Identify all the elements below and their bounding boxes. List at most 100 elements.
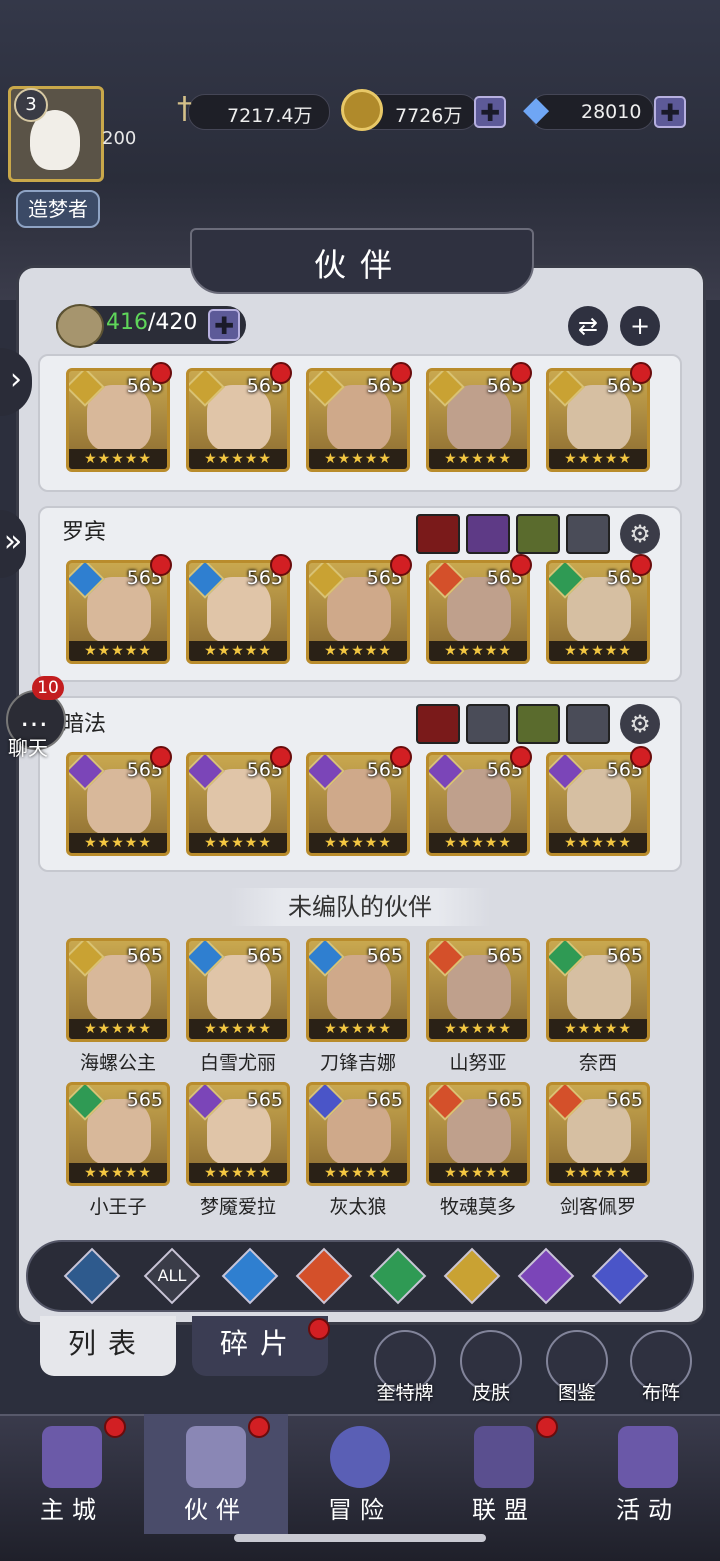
hero-stars: ★★★★★ <box>429 449 527 469</box>
compass-icon <box>330 1426 390 1488</box>
hero-card[interactable]: 565 ★★★★★ <box>66 938 170 1042</box>
hero-card[interactable]: 565 ★★★★★ <box>546 560 650 664</box>
hero-card[interactable]: 565 ★★★★★ <box>426 560 530 664</box>
hero-level: 565 <box>486 1089 523 1111</box>
nav-label: 伙伴 <box>184 1496 248 1524</box>
hero-card[interactable]: 565 ★★★★★ <box>426 368 530 472</box>
chat-label: 聊天 <box>8 736 48 760</box>
tool-label: 奎特牌 <box>376 1382 434 1404</box>
team-bonus-icon[interactable] <box>566 704 610 744</box>
hero-card[interactable]: 565 ★★★★★ <box>546 1082 650 1186</box>
notification-dot <box>248 1416 270 1438</box>
hero-card[interactable]: 565 ★★★★★ <box>186 368 290 472</box>
page-title: 伙伴 <box>313 246 406 284</box>
diamond-display: ◆ 28010 <box>523 89 654 130</box>
hero-card[interactable]: 565 ★★★★★ <box>426 752 530 856</box>
hero-card[interactable]: 565 ★★★★★ <box>66 368 170 472</box>
hero-card[interactable]: 565 ★★★★★ <box>546 752 650 856</box>
hero-card[interactable]: 565 ★★★★★ <box>66 560 170 664</box>
hero-name: 小王子 <box>89 1196 147 1218</box>
hero-card[interactable]: 565 ★★★★★ <box>426 1082 530 1186</box>
power-value: 7217.4万 <box>227 105 313 127</box>
notification-dot <box>536 1416 558 1438</box>
notification-dot <box>630 554 652 576</box>
hero-card[interactable]: 565 ★★★★★ <box>306 368 410 472</box>
notification-dot <box>390 362 412 384</box>
notification-dot <box>150 746 172 768</box>
expand-capacity-button[interactable]: ✚ <box>208 309 240 341</box>
notification-dot <box>150 362 172 384</box>
hero-stars: ★★★★★ <box>69 1019 167 1039</box>
hero-card[interactable]: 565 ★★★★★ <box>546 938 650 1042</box>
castle-icon <box>42 1426 102 1488</box>
hero-card[interactable]: 565 ★★★★★ <box>306 752 410 856</box>
shield-icon <box>474 1426 534 1488</box>
team-bonus-icon[interactable] <box>416 514 460 554</box>
hero-level: 565 <box>246 945 283 967</box>
hero-stars: ★★★★★ <box>309 1163 407 1183</box>
team-settings-gear-icon[interactable]: ⚙ <box>620 704 660 744</box>
hero-name: 白雪尤丽 <box>199 1052 276 1074</box>
hero-name: 海螺公主 <box>79 1052 156 1074</box>
gold-coin-icon <box>341 89 383 131</box>
team-bonus-icon[interactable] <box>516 514 560 554</box>
hero-stars: ★★★★★ <box>429 1019 527 1039</box>
nav-events[interactable]: 活动 <box>576 1414 720 1534</box>
team-bonus-icon[interactable] <box>416 704 460 744</box>
hero-level: 565 <box>606 945 643 967</box>
team-bonus-icon[interactable] <box>466 704 510 744</box>
tool-label: 图鉴 <box>557 1382 596 1404</box>
hero-card[interactable]: 565 ★★★★★ <box>66 752 170 856</box>
notification-dot <box>510 362 532 384</box>
hero-card[interactable]: 565 ★★★★★ <box>186 752 290 856</box>
partner-count: 416/420 <box>106 310 197 335</box>
hero-stars: ★★★★★ <box>429 833 527 853</box>
hero-card[interactable]: 565 ★★★★★ <box>546 368 650 472</box>
hero-card[interactable]: 565 ★★★★★ <box>186 938 290 1042</box>
add-gold-button[interactable]: ✚ <box>474 96 506 128</box>
partner-count-max: /420 <box>148 310 198 335</box>
hero-stars: ★★★★★ <box>549 449 647 469</box>
hero-card[interactable]: 565 ★★★★★ <box>426 938 530 1042</box>
hero-level: 565 <box>486 945 523 967</box>
add-diamond-button[interactable]: ✚ <box>654 96 686 128</box>
hero-name: 刀锋吉娜 <box>319 1052 396 1074</box>
hero-card[interactable]: 565 ★★★★★ <box>306 560 410 664</box>
hero-name: 山努亚 <box>449 1052 507 1074</box>
notification-dot <box>150 554 172 576</box>
add-team-button[interactable]: + <box>620 306 660 346</box>
tool-label: 布阵 <box>641 1382 680 1404</box>
power-display: † 7217.4万 <box>177 91 330 130</box>
sword-icon: † <box>177 91 192 126</box>
hero-stars: ★★★★★ <box>189 1019 287 1039</box>
hero-card[interactable]: 565 ★★★★★ <box>306 1082 410 1186</box>
team-bonus-icon[interactable] <box>566 514 610 554</box>
hero-card[interactable]: 565 ★★★★★ <box>186 560 290 664</box>
hero-stars: ★★★★★ <box>549 833 647 853</box>
swap-icon[interactable]: ⇄ <box>568 306 608 346</box>
hero-name: 梦魇爱拉 <box>199 1196 276 1218</box>
team-bonus-icon[interactable] <box>466 514 510 554</box>
hero-stars: ★★★★★ <box>429 641 527 661</box>
chat-unread-badge: 10 <box>32 676 64 700</box>
notification-dot <box>390 746 412 768</box>
team-bonus-icon[interactable] <box>516 704 560 744</box>
nav-label: 活动 <box>616 1496 680 1524</box>
hero-stars: ★★★★★ <box>69 449 167 469</box>
hero-name: 奈西 <box>578 1052 617 1074</box>
tab-list[interactable]: 列表 <box>40 1316 176 1376</box>
nav-label: 冒险 <box>328 1496 392 1524</box>
hero-name: 牧魂莫多 <box>439 1196 516 1218</box>
diamond-value: 28010 <box>581 101 642 123</box>
gold-value: 7726万 <box>395 105 463 127</box>
nav-adventure[interactable]: 冒险 <box>288 1414 432 1534</box>
notification-dot <box>510 554 532 576</box>
hero-level: 565 <box>366 1089 403 1111</box>
speech-bubble-icon: … <box>20 700 48 733</box>
hero-card[interactable]: 565 ★★★★★ <box>306 938 410 1042</box>
hero-card[interactable]: 565 ★★★★★ <box>186 1082 290 1186</box>
team-settings-gear-icon[interactable]: ⚙ <box>620 514 660 554</box>
hero-stars: ★★★★★ <box>309 449 407 469</box>
hero-card[interactable]: 565 ★★★★★ <box>66 1082 170 1186</box>
partner-count-current: 416 <box>106 310 148 335</box>
